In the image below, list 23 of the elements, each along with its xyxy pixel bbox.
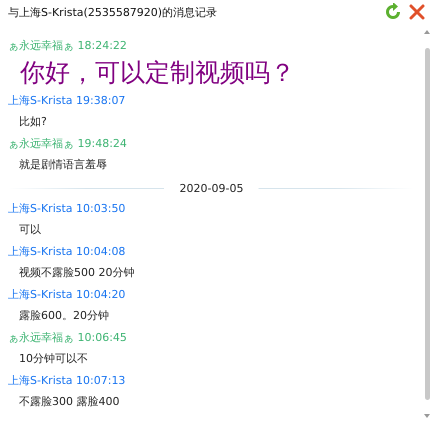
message-text: 露脸600。20分钟 bbox=[19, 308, 109, 324]
message-text: 可以 bbox=[19, 222, 41, 238]
close-icon[interactable] bbox=[407, 2, 427, 22]
message-header: ぁ永远幸福ぁ 18:24:22 bbox=[8, 38, 127, 54]
message-header: 上海S-Krista 10:04:20 bbox=[8, 287, 126, 303]
message-text: 不露脸300 露脸400 bbox=[19, 394, 120, 410]
message-text: 就是剧情语言羞辱 bbox=[19, 157, 107, 173]
message-text: 你好，可以定制视频吗？ bbox=[20, 57, 295, 89]
message-text: 视频不露脸500 20分钟 bbox=[19, 265, 134, 281]
refresh-icon[interactable] bbox=[383, 2, 403, 22]
message-header: 上海S-Krista 10:03:50 bbox=[8, 201, 126, 217]
scrollbar-thumb[interactable] bbox=[424, 48, 430, 400]
message-text: 10分钟可以不 bbox=[19, 351, 88, 367]
message-text: 比如? bbox=[19, 114, 47, 130]
message-header: 上海S-Krista 19:38:07 bbox=[8, 93, 126, 109]
message-header: ぁ永远幸福ぁ 10:06:45 bbox=[8, 330, 127, 346]
message-header: 上海S-Krista 10:04:08 bbox=[8, 244, 126, 260]
window-title: 与上海S-Krista(2535587920)的消息记录 bbox=[8, 4, 218, 20]
date-separator: 2020-09-05 bbox=[180, 182, 244, 194]
message-header: ぁ永远幸福ぁ 19:48:24 bbox=[8, 136, 127, 152]
scroll-down-icon[interactable] bbox=[424, 414, 430, 418]
scroll-up-icon[interactable] bbox=[424, 30, 430, 34]
message-header: 上海S-Krista 10:07:13 bbox=[8, 373, 126, 389]
